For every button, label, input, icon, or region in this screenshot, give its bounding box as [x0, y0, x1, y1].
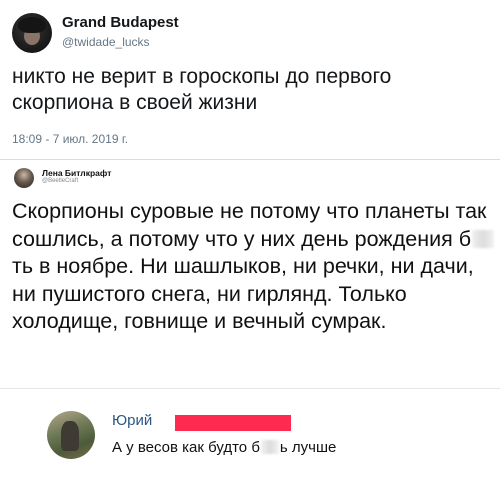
tweet-timestamp[interactable]: 18:09 - 7 июл. 2019 г. — [12, 132, 128, 146]
tweet-original: Grand Budapest @twidade_lucks никто не в… — [0, 0, 500, 160]
comment: Юрий А у весов как будто б ь лучше — [0, 389, 500, 480]
redaction-bar — [175, 415, 291, 431]
comment-text: А у весов как будто б ь лучше — [112, 439, 336, 456]
avatar[interactable] — [14, 168, 34, 188]
tweet-text-part: ть в ноябре. Ни шашлыков, ни речки, ни д… — [12, 254, 474, 333]
tweet-text-part: Скорпионы суровые не потому что планеты … — [12, 199, 487, 251]
censor-blur — [472, 229, 495, 248]
comment-text-part: ь лучше — [279, 439, 337, 456]
avatar[interactable] — [47, 411, 95, 459]
tweet-author-name[interactable]: Лена Битлкрафт — [42, 168, 111, 178]
tweet-text: Скорпионы суровые не потому что планеты … — [12, 198, 496, 336]
avatar[interactable] — [12, 13, 52, 53]
comment-text-part: А у весов как будто б — [112, 439, 260, 456]
censor-blur — [260, 440, 279, 454]
tweet-author-handle[interactable]: @BeetleCraft — [42, 178, 78, 184]
tweet-author-handle[interactable]: @twidade_lucks — [62, 35, 150, 49]
tweet-text: никто не верит в гороскопы до первого ск… — [12, 65, 392, 114]
comment-author-name[interactable]: Юрий — [112, 412, 152, 429]
tweet-quoted: Лена Битлкрафт @BeetleCraft Скорпионы су… — [0, 160, 500, 388]
tweet-author-name[interactable]: Grand Budapest — [62, 14, 179, 31]
